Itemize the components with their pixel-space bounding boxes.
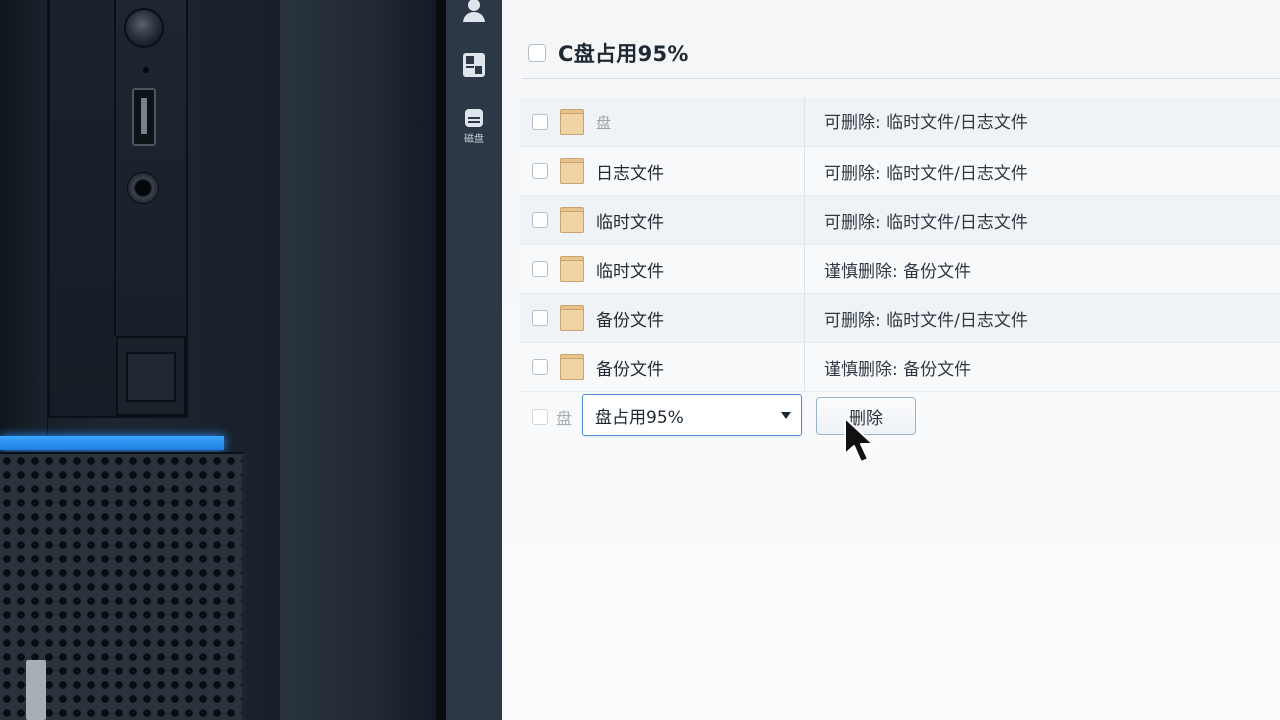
column-divider xyxy=(804,245,805,293)
dashboard-icon xyxy=(463,53,485,77)
row-name: 盘 xyxy=(596,113,612,132)
table-row[interactable]: 备份文件 可删除: 临时文件/日志文件 xyxy=(520,294,1280,343)
sidebar-item-label: 磁盘 xyxy=(464,134,484,145)
pc-tower xyxy=(0,0,280,720)
row-description: 谨慎删除: 备份文件 xyxy=(824,261,972,282)
chevron-down-icon xyxy=(781,412,791,419)
row-name: 备份文件 xyxy=(596,359,664,380)
power-led xyxy=(143,67,149,73)
select-all-checkbox[interactable] xyxy=(528,44,546,62)
table-row[interactable]: 临时文件 谨慎删除: 备份文件 xyxy=(520,245,1280,294)
sidebar-item-dashboard[interactable] xyxy=(446,52,502,78)
row-name: 日志文件 xyxy=(596,163,664,184)
row-checkbox[interactable] xyxy=(532,310,548,326)
sidebar-item-storage[interactable]: 磁盘 xyxy=(446,108,502,145)
column-divider xyxy=(804,294,805,342)
table-row[interactable]: 盘 可删除: 临时文件/日志文件 xyxy=(520,98,1280,147)
table-row[interactable]: 备份文件 谨慎删除: 备份文件 xyxy=(520,343,1280,392)
action-bar: 盘 盘占用95% 删除 xyxy=(520,394,1280,440)
power-button xyxy=(124,8,164,48)
monitor-bezel xyxy=(436,0,446,720)
page-title: C盘占用95% xyxy=(558,42,689,66)
sidebar-item-user[interactable] xyxy=(446,0,502,22)
column-divider xyxy=(804,343,805,391)
file-table: 盘 可删除: 临时文件/日志文件 日志文件 可删除: 临时文件/日志文件 临时文… xyxy=(520,98,1280,392)
row-checkbox[interactable] xyxy=(532,114,548,130)
folder-icon xyxy=(560,305,584,331)
background-shadow xyxy=(280,0,444,720)
row-checkbox[interactable] xyxy=(532,359,548,375)
row-checkbox[interactable] xyxy=(532,212,548,228)
audio-jack xyxy=(127,172,159,204)
app-sidebar: 磁盘 xyxy=(446,0,502,720)
mouse-cursor-icon xyxy=(844,417,874,463)
user-icon xyxy=(463,0,485,22)
header-divider xyxy=(522,78,1280,79)
row-name: 临时文件 xyxy=(596,212,664,233)
tower-foot xyxy=(26,660,46,720)
column-divider xyxy=(804,147,805,195)
table-row[interactable]: 临时文件 可删除: 临时文件/日志文件 xyxy=(520,196,1280,245)
folder-icon xyxy=(560,158,584,184)
folder-icon xyxy=(560,256,584,282)
drive-select-value: 盘占用95% xyxy=(595,407,684,428)
folder-icon xyxy=(560,354,584,380)
row-description: 可删除: 临时文件/日志文件 xyxy=(824,212,1028,233)
table-row[interactable]: 日志文件 可删除: 临时文件/日志文件 xyxy=(520,147,1280,196)
storage-icon xyxy=(465,109,483,127)
column-divider xyxy=(804,196,805,244)
row-name: 备份文件 xyxy=(596,310,664,331)
row-name: 临时文件 xyxy=(596,261,664,282)
column-divider xyxy=(804,98,805,146)
row-description: 可删除: 临时文件/日志文件 xyxy=(824,310,1028,331)
main-panel: C盘占用95% 盘 可删除: 临时文件/日志文件 日志文件 可删除: 临时文件/… xyxy=(502,0,1280,720)
row-checkbox[interactable] xyxy=(532,261,548,277)
row-description: 可删除: 临时文件/日志文件 xyxy=(824,113,1028,133)
front-io-panel xyxy=(114,0,186,336)
rgb-light-strip xyxy=(0,436,224,450)
folder-icon xyxy=(560,109,584,135)
usb-port xyxy=(132,88,156,146)
page-header: C盘占用95% xyxy=(528,38,689,68)
drive-select[interactable]: 盘占用95% xyxy=(582,394,802,436)
row-description: 可删除: 临时文件/日志文件 xyxy=(824,163,1028,184)
action-label: 盘 xyxy=(556,409,573,428)
action-checkbox[interactable] xyxy=(532,409,548,425)
row-checkbox[interactable] xyxy=(532,163,548,179)
drive-bay-cover xyxy=(116,336,186,416)
row-description: 谨慎删除: 备份文件 xyxy=(824,359,972,380)
folder-icon xyxy=(560,207,584,233)
